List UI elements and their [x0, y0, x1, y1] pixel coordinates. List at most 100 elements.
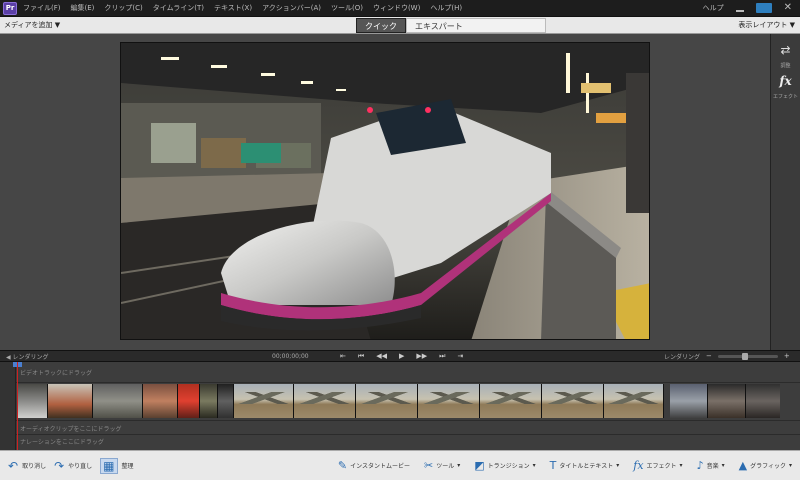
transitions-icon: ◩	[474, 458, 485, 472]
menu-edit[interactable]: 編集(E)	[71, 3, 95, 13]
track-divider	[16, 420, 800, 421]
transport-right: レンダリング − +	[664, 352, 790, 361]
playhead[interactable]	[17, 362, 18, 450]
close-icon[interactable]: ✕	[784, 3, 792, 13]
timeline-clip[interactable]	[604, 384, 664, 418]
music-dropdown[interactable]: ♪ 音楽 ▾	[697, 459, 725, 472]
fx-effects-icon: fx	[633, 458, 644, 472]
timeline-clip[interactable]	[200, 384, 218, 418]
effects-label: エフェクト	[646, 463, 677, 470]
transitions-dropdown[interactable]: ◩ トランジション ▾	[474, 458, 536, 472]
track-divider	[16, 382, 800, 383]
menu-clip[interactable]: クリップ(C)	[104, 3, 142, 13]
track-divider	[16, 434, 800, 435]
timeline-clip[interactable]	[480, 384, 542, 418]
undo-label: 取り消し	[22, 463, 47, 470]
timeline-clip[interactable]	[93, 384, 143, 418]
organizer-button[interactable]: ▦ 整理	[100, 457, 134, 474]
action-bar: ↶ 取り消し ↷ やり直し ▦ 整理 ✎ インスタントムービー ✂ ツール ▾ …	[0, 450, 800, 480]
step-forward-icon[interactable]: ⏭	[439, 352, 445, 361]
timeline-clip[interactable]	[218, 384, 234, 418]
zoom-slider[interactable]	[717, 352, 778, 360]
timeline-clip[interactable]	[234, 384, 294, 418]
timeline-clip[interactable]	[746, 384, 780, 418]
timeline-clip[interactable]	[542, 384, 604, 418]
audio-track-label: オーディオクリップをここにドラッグ	[20, 426, 122, 433]
titles-icon: T	[549, 458, 557, 472]
chevron-down-icon: ▾	[616, 462, 620, 469]
redo-label: やり直し	[68, 463, 93, 470]
rewind-icon[interactable]: ◀◀	[376, 352, 387, 361]
menu-tools[interactable]: ツール(O)	[331, 3, 363, 13]
mode-tabs: クイック エキスパート	[356, 18, 546, 33]
timeline-clip[interactable]	[708, 384, 746, 418]
menu-help[interactable]: ヘルプ(H)	[430, 3, 462, 13]
step-back-icon[interactable]: ⏮	[358, 352, 364, 361]
chevron-down-icon: ▾	[532, 462, 536, 469]
graphics-label: グラフィック	[750, 463, 786, 470]
redo-button[interactable]: ↷ やり直し	[54, 460, 92, 472]
organizer-icon: ▦	[100, 457, 118, 474]
timeline-clip[interactable]	[670, 384, 708, 418]
video-track[interactable]	[18, 384, 800, 418]
play-icon[interactable]: ▶	[399, 352, 404, 361]
tab-expert[interactable]: エキスパート	[406, 18, 546, 33]
menu-file[interactable]: ファイル(F)	[23, 3, 61, 13]
timeline-clip[interactable]	[18, 384, 48, 418]
timeline-clip[interactable]	[48, 384, 93, 418]
titles-label: タイトルとテキスト	[559, 463, 614, 470]
forward-icon[interactable]: ▶▶	[416, 352, 427, 361]
undo-icon: ↶	[8, 458, 19, 473]
go-to-end-icon[interactable]: ⇥	[457, 352, 463, 361]
timeline-clip[interactable]	[143, 384, 178, 418]
video-preview[interactable]	[120, 42, 650, 340]
chevron-down-icon: ▾	[457, 462, 461, 469]
menu-action-bar[interactable]: アクションバー(A)	[262, 3, 321, 13]
music-label: 音楽	[706, 463, 719, 470]
tools-dropdown[interactable]: ✂ ツール ▾	[423, 458, 461, 472]
timeline-clip[interactable]	[356, 384, 418, 418]
window-controls: ヘルプ ✕	[703, 3, 800, 13]
app-logo-icon: Pr	[3, 1, 17, 15]
timecode-display: 00;00;00;00	[272, 352, 309, 360]
go-to-start-icon[interactable]: ⇤	[340, 352, 346, 361]
menu-window[interactable]: ウィンドウ(W)	[373, 3, 420, 13]
menu-text[interactable]: テキスト(X)	[214, 3, 252, 13]
effects-dropdown[interactable]: fx エフェクト ▾	[633, 458, 682, 472]
tools-label: ツール	[436, 463, 455, 470]
add-media-dropdown[interactable]: メディアを追加 ▼	[0, 20, 60, 30]
app-window: Pr ファイル(F) 編集(E) クリップ(C) タイムライン(T) テキスト(…	[0, 0, 800, 480]
zoom-slider-thumb[interactable]	[741, 352, 748, 360]
undo-button[interactable]: ↶ 取り消し	[8, 460, 46, 472]
instant-movie-icon: ✎	[337, 458, 348, 472]
layout-dropdown[interactable]: 表示レイアウト ▼	[738, 20, 800, 30]
graphics-icon: ▲	[738, 458, 748, 472]
zoom-in-icon[interactable]: +	[784, 352, 790, 361]
track-header	[0, 362, 16, 450]
render-button[interactable]: レンダリング	[664, 352, 700, 361]
minimize-icon[interactable]	[735, 10, 744, 12]
render-left-label[interactable]: ◀ レンダリング	[0, 352, 49, 361]
transport-bar: ◀ レンダリング 00;00;00;00 ⇤ ⏮ ◀◀ ▶ ▶▶ ⏭ ⇥ レンダ…	[0, 350, 800, 362]
graphics-dropdown[interactable]: ▲ グラフィック ▾	[738, 458, 792, 472]
timeline-clip[interactable]	[178, 384, 200, 418]
timeline-clip[interactable]	[418, 384, 480, 418]
playback-controls: ⇤ ⏮ ◀◀ ▶ ▶▶ ⏭ ⇥	[340, 352, 463, 361]
fx-icon[interactable]: fx	[779, 75, 791, 87]
tools-icon: ✂	[423, 458, 434, 472]
adjust-icon[interactable]: ⇄	[780, 44, 790, 56]
narration-track-label: ナレーションをここにドラッグ	[20, 439, 104, 446]
chevron-down-icon: ▾	[788, 462, 792, 469]
zoom-out-icon[interactable]: −	[706, 352, 712, 361]
titles-dropdown[interactable]: T タイトルとテキスト ▾	[549, 458, 620, 472]
restore-icon[interactable]	[755, 3, 772, 13]
train-station-preview-image	[121, 43, 649, 339]
transitions-label: トランジション	[487, 463, 530, 470]
right-panel: ⇄ 調整 fx エフェクト	[770, 34, 800, 350]
timeline-clip[interactable]	[294, 384, 356, 418]
instant-movie-button[interactable]: ✎ インスタントムービー	[337, 458, 410, 472]
help-link[interactable]: ヘルプ	[703, 3, 724, 13]
menu-timeline[interactable]: タイムライン(T)	[153, 3, 204, 13]
tab-quick[interactable]: クイック	[356, 18, 406, 33]
organizer-label: 整理	[121, 463, 134, 470]
